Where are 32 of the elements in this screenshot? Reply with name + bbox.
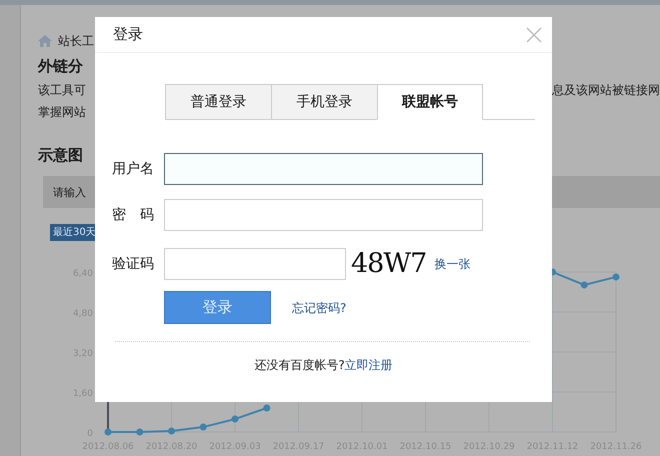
description-text: 掌握网站 <box>38 104 86 120</box>
field-label: 验证码 <box>112 254 155 274</box>
field-label: 用户名 <box>112 160 155 178</box>
data-point <box>580 281 588 288</box>
data-point <box>168 428 175 435</box>
login-tab[interactable]: 手机登录 <box>271 84 377 120</box>
refresh-captcha-link[interactable]: 换一张 <box>434 255 470 273</box>
data-point <box>263 404 270 412</box>
register-prompt: 还没有百度帐号? <box>254 358 345 372</box>
field-label: 密 码 <box>112 206 155 224</box>
data-point <box>232 416 238 423</box>
captcha-field[interactable] <box>164 248 346 280</box>
login-tab[interactable]: 普通登录 <box>165 84 271 120</box>
data-point <box>200 424 207 431</box>
home-icon <box>38 35 52 47</box>
username-field[interactable] <box>164 153 483 185</box>
forgot-password-link[interactable]: 忘记密码? <box>292 298 346 316</box>
data-point <box>612 273 620 280</box>
password-field[interactable] <box>164 199 483 231</box>
close-icon[interactable] <box>526 26 542 42</box>
page-title: 外链分 <box>38 56 84 77</box>
data-point <box>136 428 144 436</box>
data-point <box>104 428 112 436</box>
captcha-image: 48W7 <box>351 246 426 281</box>
register-link[interactable]: 立即注册 <box>344 358 393 372</box>
search-hint: 请输入 <box>53 186 86 199</box>
login-tab[interactable]: 联盟帐号 <box>377 84 483 120</box>
description-text: 息及该网站被链接网 <box>552 82 660 98</box>
breadcrumb-text[interactable]: 站长工 <box>58 32 94 50</box>
description-text: 该工具可 <box>38 82 86 98</box>
section-title: 示意图 <box>38 144 84 166</box>
dialog-title: 登录 <box>113 24 143 46</box>
